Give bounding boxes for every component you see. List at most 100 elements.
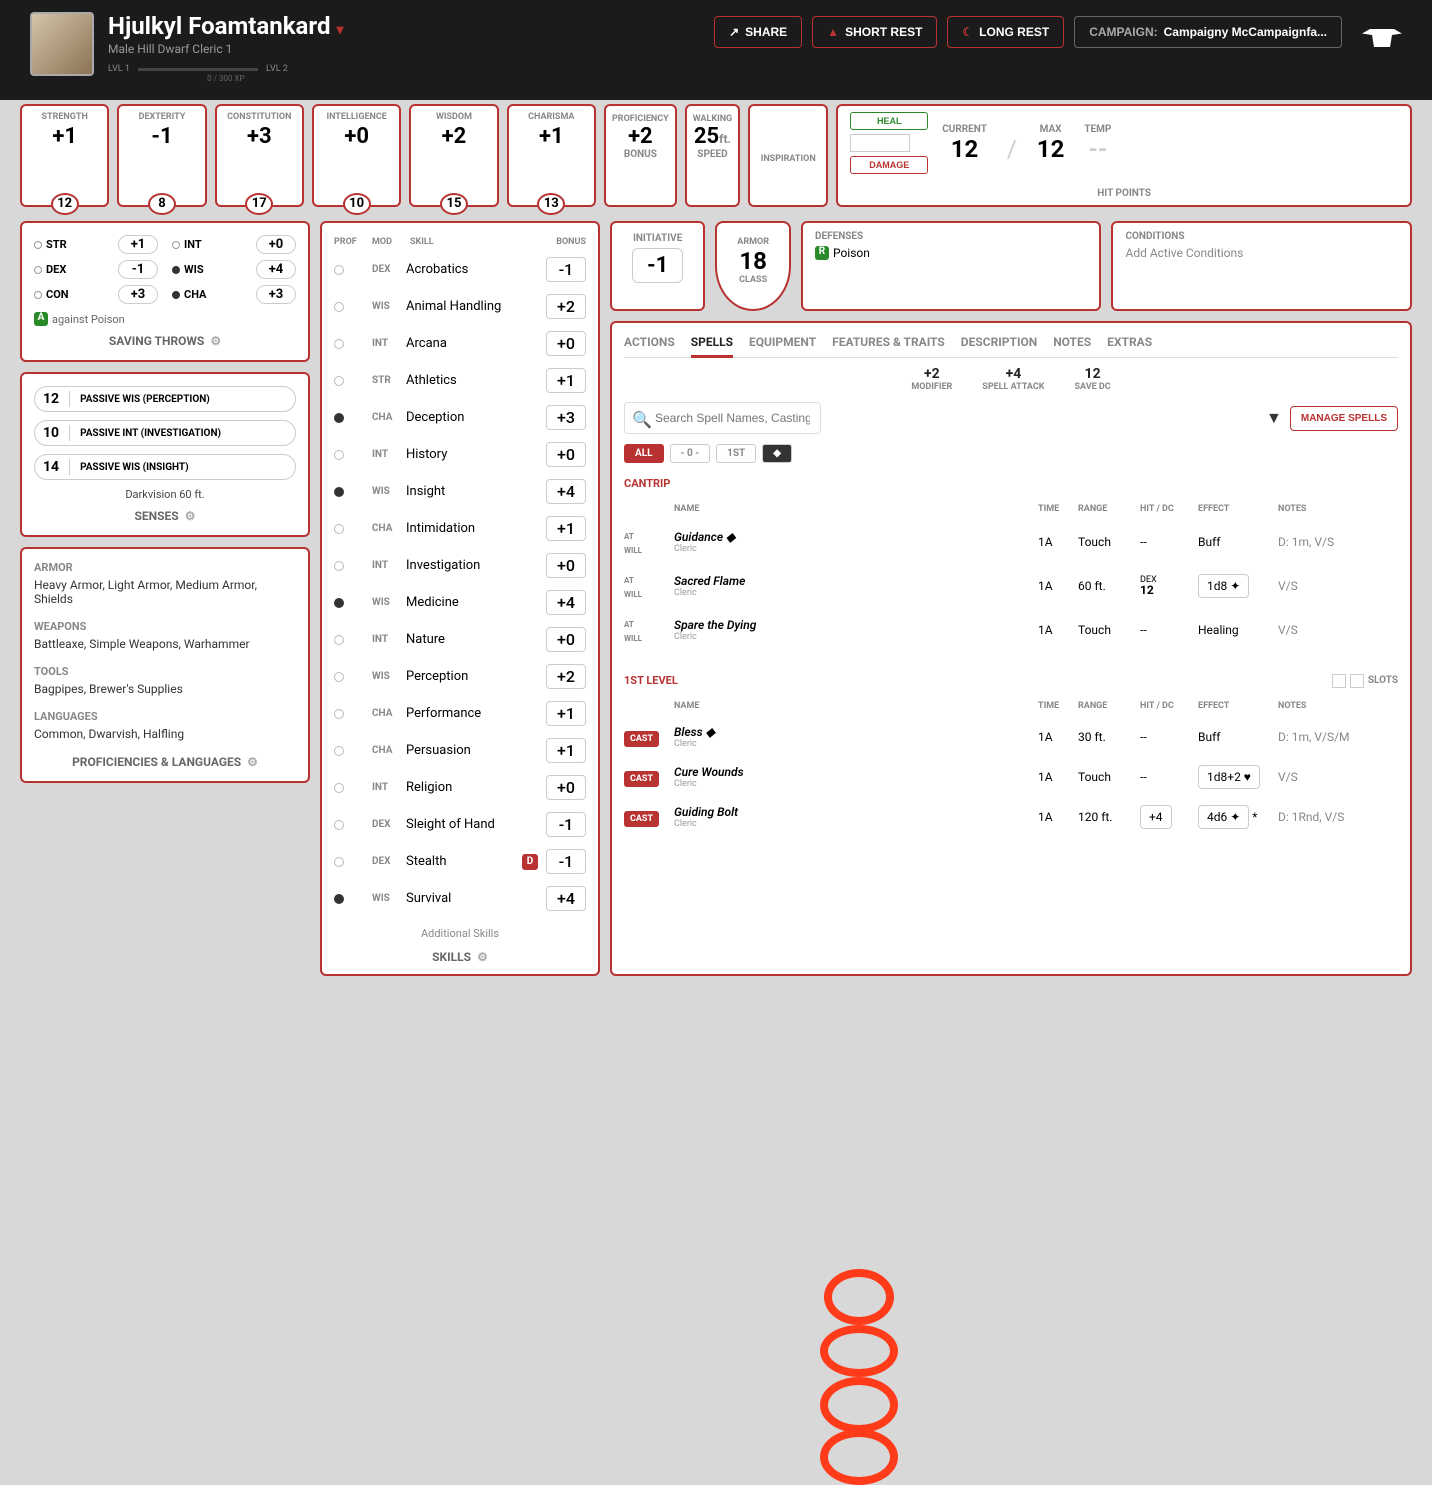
spell-row[interactable]: CASTBless ◆Cleric1A30 ft.--BuffD: 1m, V/… — [624, 717, 1398, 757]
skill-row[interactable]: DEXStealthD-1 — [332, 843, 588, 880]
spells-panel: ACTIONS SPELLS EQUIPMENT FEATURES & TRAITS D… — [610, 321, 1412, 976]
anvil-logo-icon[interactable] — [1362, 17, 1402, 47]
cast-button[interactable]: CAST — [624, 811, 659, 827]
main-content: STRENGTH+112DEXTERITY-18CONSTITUTION+317… — [0, 100, 1432, 976]
save-advantage-note: Aagainst Poison — [34, 312, 296, 326]
character-name[interactable]: Hjulkyl Foamtankard — [108, 12, 344, 40]
skill-row[interactable]: WISAnimal Handling+2 — [332, 288, 588, 325]
header-actions: ↗SHARE ▲SHORT REST ☾LONG REST CAMPAIGN: … — [714, 12, 1402, 48]
share-button[interactable]: ↗SHARE — [714, 16, 802, 48]
manage-spells-button[interactable]: MANAGE SPELLS — [1290, 406, 1398, 431]
save-row[interactable]: CHA+3 — [172, 285, 296, 304]
spell-row[interactable]: CASTGuiding BoltCleric1A120 ft.+44d6 ✦ *… — [624, 797, 1398, 837]
disadvantage-badge-icon: D — [522, 854, 538, 870]
character-info: Hjulkyl Foamtankard Male Hill Dwarf Cler… — [108, 12, 344, 83]
defenses-box[interactable]: DEFENSES RPoison — [801, 221, 1102, 311]
skill-row[interactable]: CHAIntimidation+1 — [332, 510, 588, 547]
passive-sense-row: 14PASSIVE WIS (INSIGHT) — [34, 454, 296, 480]
lvl-right-label: LVL 2 — [266, 64, 288, 74]
hp-amount-input[interactable] — [850, 134, 910, 152]
lvl-left-label: LVL 1 — [108, 64, 130, 74]
spell-filter-pill[interactable]: - 0 - — [670, 444, 711, 463]
short-rest-button[interactable]: ▲SHORT REST — [812, 16, 937, 48]
cast-button[interactable]: CAST — [624, 731, 659, 747]
ability-box[interactable]: CONSTITUTION+317 — [215, 104, 304, 207]
tab-actions[interactable]: ACTIONS — [624, 335, 675, 351]
heal-button[interactable]: HEAL — [850, 112, 928, 130]
concentration-filter-icon[interactable]: ◆ — [762, 444, 792, 463]
skill-row[interactable]: INTInvestigation+0 — [332, 547, 588, 584]
skill-row[interactable]: CHADeception+3 — [332, 399, 588, 436]
spell-row[interactable]: CASTCure WoundsCleric1ATouch--1d8+2 ♥V/S — [624, 757, 1398, 797]
gear-icon[interactable] — [185, 509, 196, 523]
skill-row[interactable]: DEXSleight of Hand-1 — [332, 806, 588, 843]
gear-icon[interactable] — [247, 755, 258, 769]
campfire-icon: ▲ — [827, 25, 839, 39]
campaign-button[interactable]: CAMPAIGN: Campaigny McCampaignfa... — [1074, 16, 1342, 48]
armor-class-shield[interactable]: ARMOR 18 CLASS — [715, 221, 791, 311]
additional-skills-link[interactable]: Additional Skills — [332, 927, 588, 940]
save-row[interactable]: WIS+4 — [172, 260, 296, 279]
detail-tabs: ACTIONS SPELLS EQUIPMENT FEATURES & TRAITS D… — [624, 335, 1398, 358]
skill-row[interactable]: STRAthletics+1 — [332, 362, 588, 399]
resistance-badge-icon: R — [815, 246, 829, 260]
passive-sense-row: 10PASSIVE INT (INVESTIGATION) — [34, 420, 296, 446]
skill-row[interactable]: INTHistory+0 — [332, 436, 588, 473]
ability-box[interactable]: INTELLIGENCE+010 — [312, 104, 401, 207]
save-row[interactable]: INT+0 — [172, 235, 296, 254]
app-header: Hjulkyl Foamtankard Male Hill Dwarf Cler… — [0, 0, 1432, 100]
speed-box[interactable]: WALKING 25ft. SPEED — [685, 104, 740, 207]
skill-row[interactable]: WISSurvival+4 — [332, 880, 588, 917]
avatar[interactable] — [30, 12, 94, 76]
long-rest-button[interactable]: ☾LONG REST — [947, 16, 1064, 48]
inspiration-box[interactable]: INSPIRATION — [748, 104, 828, 207]
passive-sense-row: 12PASSIVE WIS (PERCEPTION) — [34, 386, 296, 412]
tab-equipment[interactable]: EQUIPMENT — [749, 335, 816, 351]
abilities-row: STRENGTH+112DEXTERITY-18CONSTITUTION+317… — [20, 100, 1412, 211]
conditions-box[interactable]: CONDITIONS Add Active Conditions — [1111, 221, 1412, 311]
saving-throws-panel: STR+1 INT+0 DEX-1 WIS+4 CON+3 CHA+3 Aagainst … — [20, 221, 310, 362]
tab-features-traits[interactable]: FEATURES & TRAITS — [832, 335, 945, 351]
ability-box[interactable]: CHARISMA+113 — [507, 104, 596, 207]
save-row[interactable]: CON+3 — [34, 285, 158, 304]
spell-row[interactable]: ATWILLSpare the DyingCleric1ATouch--Heal… — [624, 608, 1398, 652]
xp-progress — [138, 68, 258, 71]
save-row[interactable]: DEX-1 — [34, 260, 158, 279]
xp-text: 0 / 300 XP — [108, 74, 344, 83]
spell-search-input[interactable] — [624, 402, 821, 434]
skill-row[interactable]: CHAPerformance+1 — [332, 695, 588, 732]
skill-row[interactable]: INTArcana+0 — [332, 325, 588, 362]
proficiency-box[interactable]: PROFICIENCY +2 BONUS — [604, 104, 677, 207]
cast-button[interactable]: CAST — [624, 771, 659, 787]
skill-row[interactable]: DEXAcrobatics-1 — [332, 251, 588, 288]
skill-row[interactable]: CHAPersuasion+1 — [332, 732, 588, 769]
spell-filter-pill[interactable]: ALL — [624, 444, 664, 463]
skills-panel: PROFMODSKILLBONUS DEXAcrobatics-1WISAnim… — [320, 221, 600, 976]
skill-row[interactable]: WISInsight+4 — [332, 473, 588, 510]
spell-slot-checkbox[interactable] — [1350, 674, 1364, 688]
spell-row[interactable]: ATWILLSacred FlameCleric1A60 ft.DEX121d8… — [624, 564, 1398, 608]
skill-row[interactable]: WISPerception+2 — [332, 658, 588, 695]
spell-filter-pill[interactable]: 1ST — [716, 444, 756, 463]
tab-notes[interactable]: NOTES — [1053, 335, 1091, 351]
proficiencies-panel: ARMORHeavy Armor, Light Armor, Medium Ar… — [20, 547, 310, 783]
advantage-badge-icon: A — [34, 312, 48, 326]
skill-row[interactable]: INTReligion+0 — [332, 769, 588, 806]
initiative-box[interactable]: INITIATIVE -1 — [610, 221, 705, 311]
damage-button[interactable]: DAMAGE — [850, 156, 928, 174]
xp-bar: LVL 1 LVL 2 — [108, 64, 344, 74]
spell-slot-checkbox[interactable] — [1332, 674, 1346, 688]
gear-icon[interactable] — [210, 334, 221, 348]
tab-spells[interactable]: SPELLS — [691, 335, 733, 358]
filter-icon[interactable]: ▼ — [1266, 408, 1282, 428]
save-row[interactable]: STR+1 — [34, 235, 158, 254]
ability-box[interactable]: DEXTERITY-18 — [117, 104, 206, 207]
skill-row[interactable]: INTNature+0 — [332, 621, 588, 658]
skill-row[interactable]: WISMedicine+4 — [332, 584, 588, 621]
gear-icon[interactable] — [477, 950, 488, 964]
tab-extras[interactable]: EXTRAS — [1107, 335, 1152, 351]
spell-row[interactable]: ATWILLGuidance ◆Cleric1ATouch--BuffD: 1m… — [624, 520, 1398, 564]
ability-box[interactable]: WISDOM+215 — [409, 104, 498, 207]
ability-box[interactable]: STRENGTH+112 — [20, 104, 109, 207]
tab-description[interactable]: DESCRIPTION — [961, 335, 1037, 351]
